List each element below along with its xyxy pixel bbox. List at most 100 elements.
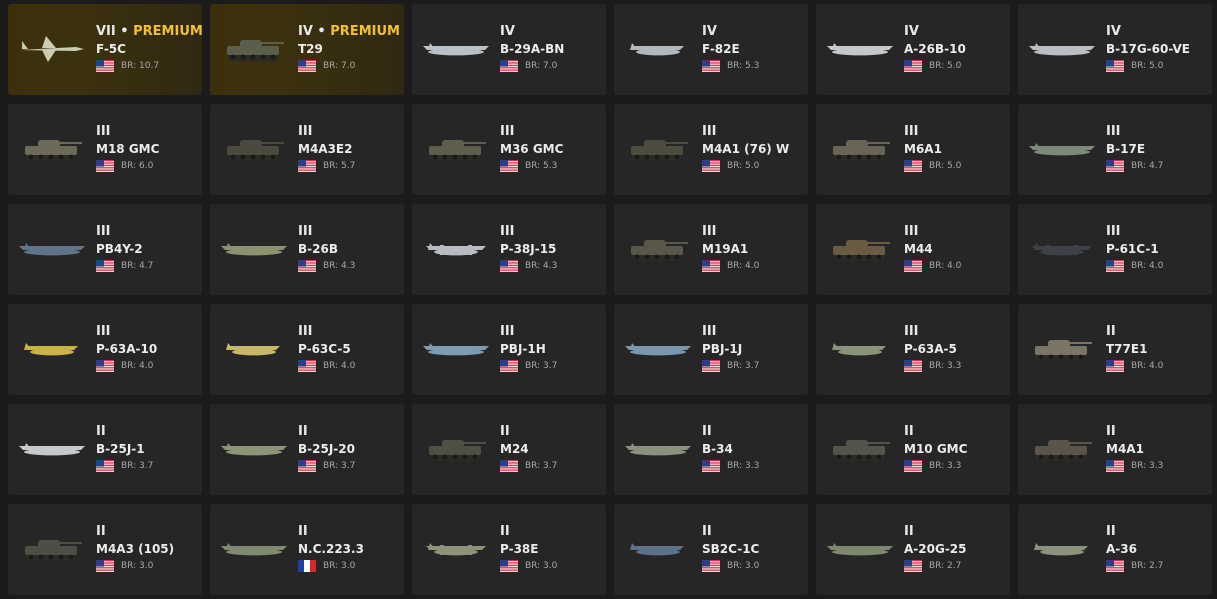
vehicle-card[interactable]: III P-38J-15 BR: 4.3 (412, 204, 606, 295)
vehicle-card[interactable]: IV F-82E BR: 5.3 (614, 4, 808, 95)
usa-flag-icon (298, 260, 316, 272)
vehicle-rank: III (702, 224, 802, 240)
vehicle-card[interactable]: III P-63C-5 BR: 4.0 (210, 304, 404, 395)
vehicle-card[interactable]: II M24 BR: 3.7 (412, 404, 606, 495)
vehicle-card[interactable]: II B-25J-1 BR: 3.7 (8, 404, 202, 495)
vehicle-card[interactable]: III M4A1 (76) W BR: 5.0 (614, 104, 808, 195)
vehicle-card[interactable]: II A-36 BR: 2.7 (1018, 504, 1212, 595)
vehicle-card[interactable]: II B-34 BR: 3.3 (614, 404, 808, 495)
vehicle-card[interactable]: II N.C.223.3 BR: 3.0 (210, 504, 404, 595)
vehicle-name: N.C.223.3 (298, 542, 364, 556)
vehicle-card[interactable]: III M18 GMC BR: 6.0 (8, 104, 202, 195)
vehicle-thumbnail (622, 532, 694, 566)
battle-rating: BR: 2.7 (929, 561, 962, 571)
usa-flag-icon (702, 360, 720, 372)
vehicle-rank-numeral: II (298, 424, 308, 439)
vehicle-name: P-61C-1 (1106, 242, 1159, 256)
vehicle-thumbnail (1026, 32, 1098, 66)
vehicle-card[interactable]: IV A-26B-10 BR: 5.0 (816, 4, 1010, 95)
vehicle-thumbnail (824, 432, 896, 466)
usa-flag-icon (1106, 560, 1124, 572)
vehicle-name: M4A3 (105) (96, 542, 175, 556)
vehicle-rank-numeral: II (1106, 324, 1116, 339)
vehicle-thumbnail (16, 332, 88, 366)
vehicle-card[interactable]: III B-26B BR: 4.3 (210, 204, 404, 295)
usa-flag-icon (298, 460, 316, 472)
vehicle-rank: III (500, 224, 600, 240)
vehicle-card[interactable]: III M4A3E2 BR: 5.7 (210, 104, 404, 195)
vehicle-card[interactable]: III M6A1 BR: 5.0 (816, 104, 1010, 195)
battle-rating: BR: 3.7 (121, 461, 154, 471)
vehicle-rank-numeral: IV (500, 24, 515, 39)
usa-flag-icon (298, 160, 316, 172)
vehicle-rank: II (298, 524, 398, 540)
vehicle-rank: III (702, 124, 802, 140)
vehicle-rank-numeral: III (298, 124, 313, 139)
vehicle-card[interactable]: III P-61C-1 BR: 4.0 (1018, 204, 1212, 295)
vehicle-card[interactable]: III B-17E BR: 4.7 (1018, 104, 1212, 195)
vehicle-grid: VII • PREMIUM F-5C BR: 10.7 IV • PREMIUM T29… (0, 0, 1217, 599)
usa-flag-icon (96, 360, 114, 372)
vehicle-card[interactable]: II T77E1 BR: 4.0 (1018, 304, 1212, 395)
usa-flag-icon (500, 560, 518, 572)
vehicle-card[interactable]: II M4A1 BR: 3.3 (1018, 404, 1212, 495)
vehicle-name: M44 (904, 242, 933, 256)
vehicle-thumbnail (16, 432, 88, 466)
vehicle-card[interactable]: II B-25J-20 BR: 3.7 (210, 404, 404, 495)
vehicle-card[interactable]: IV B-17G-60-VE BR: 5.0 (1018, 4, 1212, 95)
vehicle-card[interactable]: VII • PREMIUM F-5C BR: 10.7 (8, 4, 202, 95)
usa-flag-icon (904, 360, 922, 372)
vehicle-rank: III (1106, 224, 1206, 240)
usa-flag-icon (702, 560, 720, 572)
vehicle-rank-numeral: III (904, 124, 919, 139)
vehicle-thumbnail (218, 132, 290, 166)
vehicle-name: P-63A-5 (904, 342, 957, 356)
vehicle-name: M24 (500, 442, 529, 456)
usa-flag-icon (500, 260, 518, 272)
vehicle-card[interactable]: III P-63A-10 BR: 4.0 (8, 304, 202, 395)
vehicle-thumbnail (622, 432, 694, 466)
vehicle-card[interactable]: III M36 GMC BR: 5.3 (412, 104, 606, 195)
vehicle-card[interactable]: III PBJ-1J BR: 3.7 (614, 304, 808, 395)
vehicle-card[interactable]: IV • PREMIUM T29 BR: 7.0 (210, 4, 404, 95)
vehicle-card[interactable]: IV B-29A-BN BR: 7.0 (412, 4, 606, 95)
vehicle-thumbnail (218, 32, 290, 66)
vehicle-rank: III (298, 124, 398, 140)
vehicle-rank: III (298, 224, 398, 240)
vehicle-rank: III (702, 324, 802, 340)
vehicle-card[interactable]: III M44 BR: 4.0 (816, 204, 1010, 295)
usa-flag-icon (96, 560, 114, 572)
vehicle-name: M4A1 (76) W (702, 142, 790, 156)
vehicle-name: P-63C-5 (298, 342, 351, 356)
usa-flag-icon (500, 360, 518, 372)
usa-flag-icon (904, 160, 922, 172)
usa-flag-icon (904, 460, 922, 472)
vehicle-rank-numeral: IV (904, 24, 919, 39)
vehicle-card[interactable]: III M19A1 BR: 4.0 (614, 204, 808, 295)
vehicle-card[interactable]: III PB4Y-2 BR: 4.7 (8, 204, 202, 295)
battle-rating: BR: 5.3 (525, 161, 558, 171)
vehicle-card[interactable]: II M10 GMC BR: 3.3 (816, 404, 1010, 495)
vehicle-thumbnail (622, 332, 694, 366)
vehicle-rank-numeral: III (96, 124, 111, 139)
vehicle-card[interactable]: III P-63A-5 BR: 3.3 (816, 304, 1010, 395)
usa-flag-icon (1106, 60, 1124, 72)
vehicle-thumbnail (622, 32, 694, 66)
vehicle-rank-numeral: III (702, 124, 717, 139)
vehicle-rank-numeral: IV (298, 24, 313, 39)
vehicle-rank-numeral: III (298, 324, 313, 339)
vehicle-card[interactable]: II A-20G-25 BR: 2.7 (816, 504, 1010, 595)
vehicle-rank-numeral: VII (96, 24, 116, 39)
vehicle-card[interactable]: II SB2C-1C BR: 3.0 (614, 504, 808, 595)
battle-rating: BR: 5.0 (1131, 61, 1164, 71)
vehicle-card[interactable]: III PBJ-1H BR: 3.7 (412, 304, 606, 395)
vehicle-rank: II (702, 524, 802, 540)
vehicle-card[interactable]: II P-38E BR: 3.0 (412, 504, 606, 595)
vehicle-name: M36 GMC (500, 142, 564, 156)
usa-flag-icon (96, 160, 114, 172)
vehicle-rank-numeral: II (702, 424, 712, 439)
battle-rating: BR: 4.0 (121, 361, 154, 371)
vehicle-card[interactable]: II M4A3 (105) BR: 3.0 (8, 504, 202, 595)
vehicle-thumbnail (824, 332, 896, 366)
vehicle-name: SB2C-1C (702, 542, 760, 556)
